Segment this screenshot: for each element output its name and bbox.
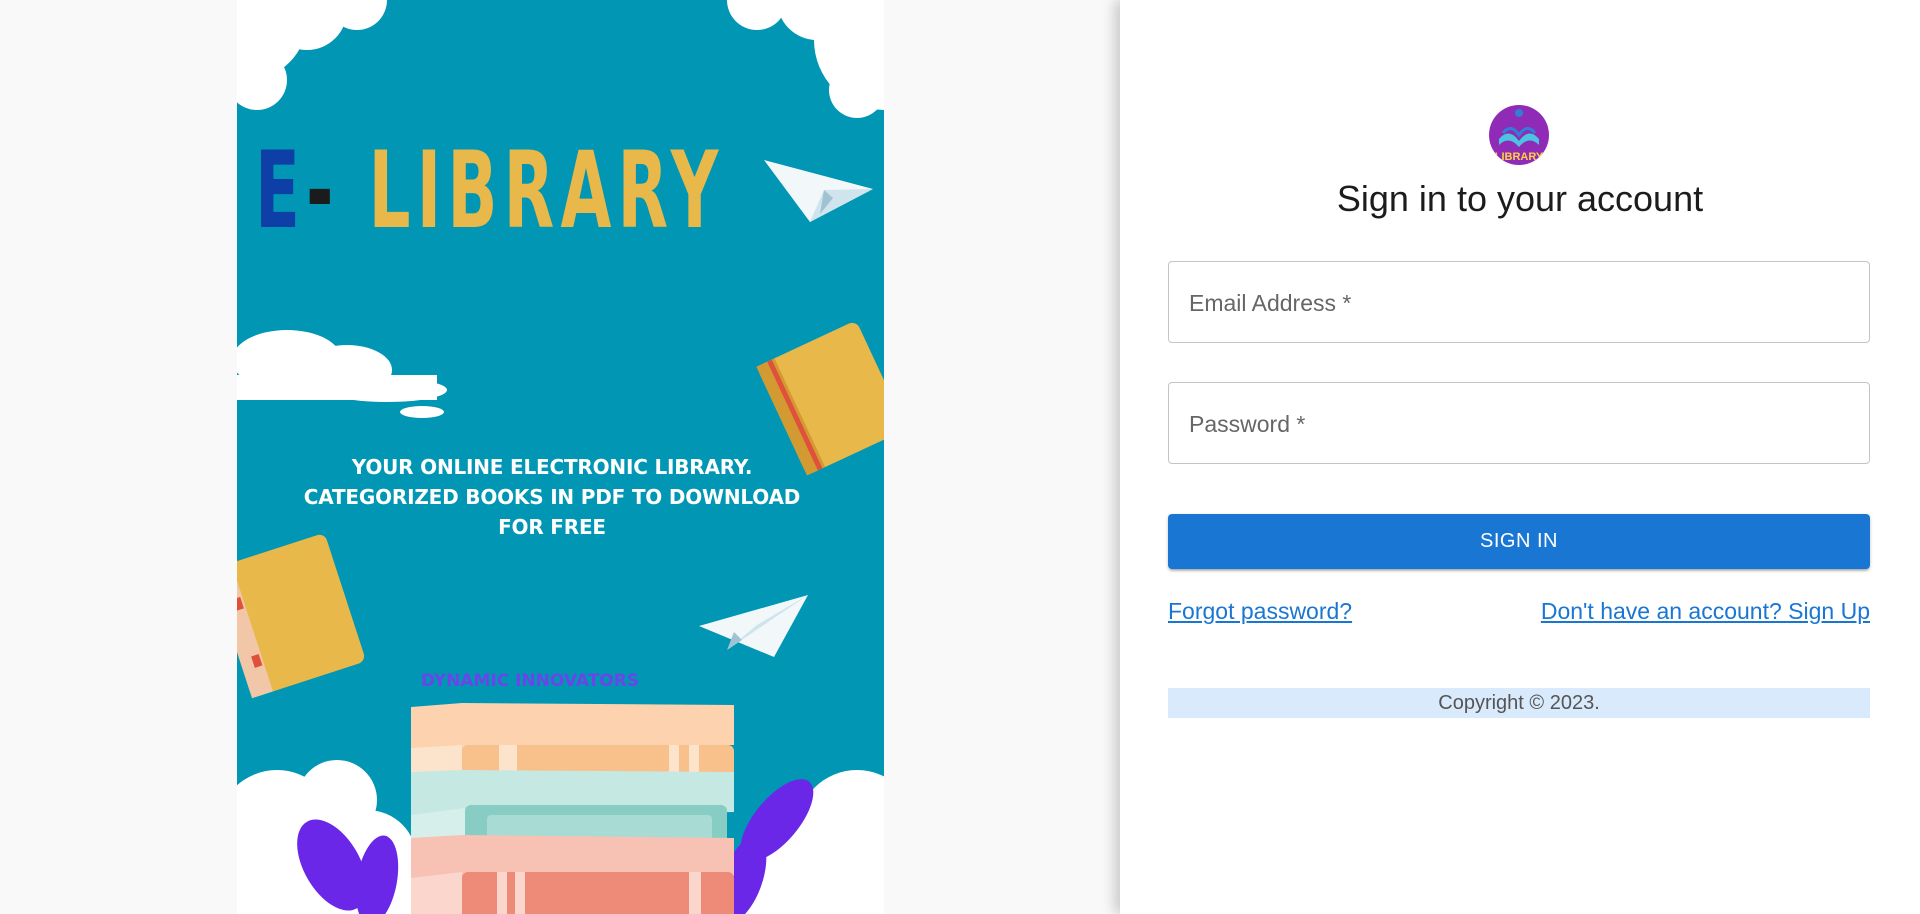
email-input[interactable] bbox=[1169, 262, 1869, 342]
forgot-password-link[interactable]: Forgot password? bbox=[1168, 598, 1352, 625]
poster-title-e: E bbox=[255, 129, 307, 252]
poster-title: E- LIBRARY bbox=[255, 138, 725, 244]
paper-plane-icon-bottom bbox=[699, 595, 808, 657]
sign-in-button[interactable]: SIGN IN bbox=[1168, 514, 1870, 569]
poster-brand: DYNAMIC INNOVATORS bbox=[420, 671, 640, 691]
poster-title-dash: - bbox=[306, 129, 340, 252]
paper-plane-icon-top bbox=[764, 160, 873, 222]
book-stack-icon bbox=[411, 703, 734, 914]
sign-up-link[interactable]: Don't have an account? Sign Up bbox=[1541, 598, 1870, 625]
cloud-top-left-icon bbox=[237, 0, 387, 110]
email-field[interactable]: Email Address * bbox=[1168, 261, 1870, 343]
left-pane: E- LIBRARY YOUR ONLINE ELECTRONIC LIBRAR… bbox=[0, 0, 1120, 914]
logo-text: LIBRARY bbox=[1494, 151, 1544, 163]
poster-tagline: YOUR ONLINE ELECTRONIC LIBRARY. CATEGORI… bbox=[303, 455, 801, 539]
copyright-text: Copyright © 2023. bbox=[1168, 688, 1870, 718]
poster-title-library: LIBRARY bbox=[368, 129, 725, 252]
library-logo: LIBRARY bbox=[1489, 105, 1549, 165]
library-poster: E- LIBRARY YOUR ONLINE ELECTRONIC LIBRAR… bbox=[237, 0, 884, 914]
cloud-middle-icon bbox=[237, 330, 447, 418]
page-title: Sign in to your account bbox=[1336, 178, 1704, 219]
password-field[interactable]: Password * bbox=[1168, 382, 1870, 464]
signin-panel: LIBRARY Sign in to your account Email Ad… bbox=[1120, 0, 1920, 914]
cloud-top-right-icon bbox=[727, 0, 884, 118]
password-input[interactable] bbox=[1169, 383, 1869, 463]
